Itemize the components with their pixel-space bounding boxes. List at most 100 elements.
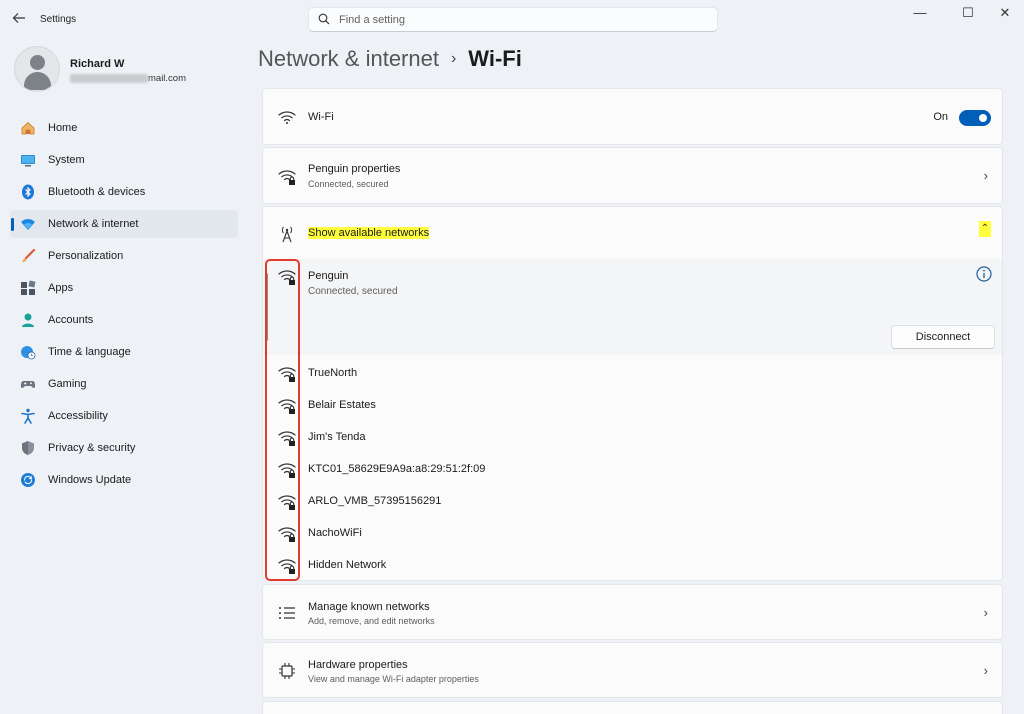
network-list-item[interactable]: TrueNorth [263,357,1002,389]
network-name: Hidden Network [308,559,387,571]
connected-network-status: Connected, secured [308,286,398,297]
sidebar-item-label: System [48,154,85,166]
manage-subtitle: Add, remove, and edit networks [308,616,435,626]
sidebar-item-accessibility[interactable]: Accessibility [10,402,238,430]
sidebar-item-label: Network & internet [48,218,139,230]
network-list-item[interactable]: Hidden Network [263,549,1002,581]
sidebar-item-personalization[interactable]: Personalization [10,242,238,270]
hardware-properties-card[interactable]: Hardware properties View and manage Wi-F… [262,642,1003,698]
sidebar-item-network[interactable]: Network & internet [10,210,238,238]
accounts-icon [22,313,34,327]
wifi-toggle-card: Wi-Fi On [262,88,1003,145]
network-list: Penguin Connected, secured Disconnect Tr… [262,259,1003,581]
sidebar-nav: Home System Bluetooth & devices Network … [10,114,238,498]
antenna-icon [281,226,293,243]
bluetooth-icon [22,184,34,200]
sidebar-item-label: Accounts [48,314,94,326]
user-email: mail.com [70,73,186,84]
network-name: Belair Estates [308,399,376,411]
next-card-partial [262,701,1003,714]
network-name: TrueNorth [308,367,358,379]
sidebar-item-label: Accessibility [48,410,108,422]
network-list-item[interactable]: Jim's Tenda [263,421,1002,453]
globe-clock-icon [21,346,36,360]
chevron-right-icon: › [983,168,988,183]
scrollbar[interactable] [265,273,268,341]
user-email-suffix: mail.com [148,73,187,84]
info-icon[interactable] [976,266,992,282]
shield-icon [22,441,34,455]
search-box[interactable] [308,7,718,32]
wifi-lock-icon [278,495,296,510]
sidebar-item-bluetooth[interactable]: Bluetooth & devices [10,178,238,206]
breadcrumb-parent[interactable]: Network & internet [258,46,439,71]
chevron-right-icon: › [983,605,988,620]
title-bar: Settings — ☐ ✕ [0,0,1024,38]
chip-icon [279,663,295,679]
minimize-button[interactable]: — [905,4,935,22]
hardware-title: Hardware properties [308,659,408,671]
wifi-state-label: On [933,111,948,123]
sidebar-item-time-language[interactable]: Time & language [10,338,238,366]
manage-title: Manage known networks [308,601,430,613]
search-input[interactable] [339,11,699,29]
wifi-lock-icon [278,527,296,542]
sidebar-item-label: Home [48,122,78,134]
chevron-right-icon: › [983,663,988,678]
maximize-button[interactable]: ☐ [953,4,983,22]
sidebar-item-gaming[interactable]: Gaming [10,370,238,398]
sidebar-item-privacy[interactable]: Privacy & security [10,434,238,462]
sidebar-item-label: Apps [48,282,74,294]
sidebar-item-label: Time & language [48,346,131,358]
app-title: Settings [40,14,77,25]
page-title: Wi-Fi [468,46,522,71]
sidebar-item-system[interactable]: System [10,146,238,174]
user-name: Richard W [70,58,125,70]
sidebar-item-accounts[interactable]: Accounts [10,306,238,334]
show-available-networks-label: Show available networks [308,227,430,239]
list-icon [279,607,295,619]
sidebar-item-label: Privacy & security [48,442,136,454]
properties-title: Penguin properties [308,163,401,175]
connected-network-name: Penguin [308,270,349,282]
network-list-item[interactable]: NachoWiFi [263,517,1002,549]
network-properties-card[interactable]: Penguin properties Connected, secured › [262,147,1003,204]
network-list-item[interactable]: ARLO_VMB_57395156291 [263,485,1002,517]
connected-network[interactable]: Penguin Connected, secured Disconnect [263,259,1002,355]
wifi-lock-icon [278,367,296,382]
available-networks-header[interactable]: Show available networks ⌃ [262,206,1003,260]
chevron-up-icon[interactable]: ⌃ [979,221,991,237]
wifi-lock-icon [278,170,296,185]
search-icon [318,13,330,25]
sidebar-item-label: Windows Update [48,474,132,486]
breadcrumb-separator: › [450,50,457,67]
brush-icon [22,248,36,262]
wifi-lock-icon [278,559,296,574]
sidebar-item-windows-update[interactable]: Windows Update [10,466,238,494]
update-icon [21,473,35,487]
breadcrumb: Network & internet › Wi-Fi [258,46,522,72]
close-button[interactable]: ✕ [990,4,1020,22]
wifi-lock-icon [278,399,296,414]
network-name: Jim's Tenda [308,431,366,443]
wifi-toggle[interactable] [959,110,991,126]
sidebar-item-label: Bluetooth & devices [48,186,146,198]
disconnect-button[interactable]: Disconnect [891,325,995,349]
manage-known-networks-card[interactable]: Manage known networks Add, remove, and e… [262,584,1003,640]
system-icon [21,155,35,167]
network-list-item[interactable]: KTC01_58629E9A9a:a8:29:51:2f:09 [263,453,1002,485]
apps-icon [21,280,36,295]
network-name: KTC01_58629E9A9a:a8:29:51:2f:09 [308,463,486,475]
sidebar-item-label: Gaming [48,378,87,390]
wifi-label: Wi-Fi [308,111,334,123]
sidebar-item-home[interactable]: Home [10,114,238,142]
wifi-lock-icon [278,431,296,446]
sidebar-item-apps[interactable]: Apps [10,274,238,302]
network-list-item[interactable]: Belair Estates [263,389,1002,421]
network-name: ARLO_VMB_57395156291 [308,495,442,507]
back-arrow-icon[interactable] [10,11,28,27]
gamepad-icon [20,381,36,388]
wifi-icon [278,111,296,124]
hardware-subtitle: View and manage Wi-Fi adapter properties [308,674,479,684]
wifi-lock-icon [278,270,296,285]
